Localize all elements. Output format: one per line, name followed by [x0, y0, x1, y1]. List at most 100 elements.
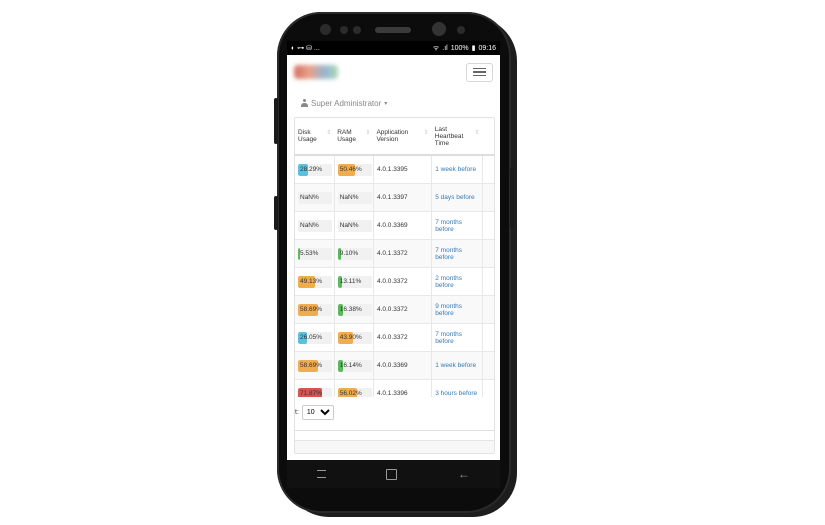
table-scroll-area[interactable]: Disk Usage ⇕ RAM Usage ⇕ Application Ver… [295, 118, 494, 397]
ram-usage-value: 16.38% [339, 305, 362, 313]
last-heartbeat-link[interactable]: 1 week before [431, 351, 484, 380]
last-heartbeat-link[interactable]: 7 months before [431, 239, 484, 268]
disk-usage-value: 5.53% [300, 249, 319, 257]
column-header-ram-usage[interactable]: RAM Usage ⇕ [334, 118, 374, 156]
ram-usage-value: 43.90% [339, 333, 362, 341]
last-heartbeat-link[interactable]: 3 hours before [431, 379, 484, 397]
disk-usage-progress-bar: 58.69% [298, 359, 332, 372]
light-sensor-icon [353, 26, 361, 34]
table-row[interactable]: 58.69% 16.14% 4.0.0.3369 1 week before [295, 351, 494, 380]
overflow-cell [482, 351, 494, 380]
last-heartbeat-link[interactable]: 9 months before [431, 295, 484, 324]
ram-usage-cell: 16.38% [334, 295, 374, 324]
ram-usage-progress-bar: 16.14% [337, 359, 372, 372]
proximity-sensor-icon [340, 26, 348, 34]
last-heartbeat-link[interactable]: 7 months before [431, 211, 484, 240]
back-icon[interactable]: ← [458, 467, 470, 481]
hamburger-menu-button[interactable] [466, 62, 493, 82]
disk-usage-value: 49.13% [300, 277, 323, 285]
app-version-cell: 4.0.1.3396 [373, 379, 433, 397]
overflow-cell [482, 211, 494, 240]
ram-usage-cell: NaN% [334, 183, 374, 212]
overflow-cell [482, 379, 494, 397]
overflow-cell [482, 267, 494, 296]
disk-usage-value: NaN% [300, 193, 319, 201]
devices-panel: Disk Usage ⇕ RAM Usage ⇕ Application Ver… [294, 117, 495, 454]
recent-apps-icon[interactable] [317, 470, 327, 478]
disk-usage-cell: 58.69% [295, 351, 335, 380]
ram-usage-value: 9.10% [339, 249, 359, 257]
wifi-icon: ᯤ [432, 44, 440, 52]
app-version-cell: 4.0.1.3395 [373, 155, 433, 184]
volume-button [274, 98, 278, 144]
disk-usage-progress-bar: NaN% [298, 219, 332, 232]
battery-percent: 100% [450, 44, 469, 52]
heartbeat-text: 7 months [435, 246, 462, 254]
column-header-disk-usage[interactable]: Disk Usage ⇕ [295, 118, 335, 156]
heartbeat-text: 7 months [435, 330, 462, 338]
user-icon [301, 99, 308, 107]
table-row[interactable]: 71.87% 56.02% 4.0.1.3396 3 hours before [295, 379, 494, 397]
page-size-control: t: 10 [295, 405, 334, 420]
disk-usage-cell: 58.69% [295, 295, 335, 324]
heartbeat-text: before [435, 253, 454, 261]
ram-usage-value: NaN% [339, 193, 359, 201]
heartbeat-text: 1 week before [435, 166, 477, 173]
ram-usage-progress-bar: NaN% [337, 191, 372, 204]
hamburger-icon-line [473, 71, 486, 73]
notification-icons: ◐ ⊶ ⛁ ... [291, 45, 320, 52]
table-header-row: Disk Usage ⇕ RAM Usage ⇕ Application Ver… [295, 118, 494, 156]
disk-usage-progress-bar: 5.53% [298, 247, 332, 260]
sort-icon: ⇕ [326, 130, 332, 136]
app-version-cell: 4.0.0.3372 [373, 267, 433, 296]
power-button [510, 168, 514, 228]
ram-usage-progress-bar: 13.11% [337, 275, 372, 288]
ram-usage-progress-bar: 50.46% [337, 163, 372, 176]
sort-icon: ⇕ [423, 130, 429, 136]
app-version-cell: 4.0.0.3369 [373, 211, 433, 240]
iris-camera-icon [457, 26, 465, 34]
table-row[interactable]: 5.53% 9.10% 4.0.1.3372 7 months before [295, 239, 494, 268]
app-version-cell: 4.0.1.3397 [373, 183, 433, 212]
last-heartbeat-link[interactable]: 5 days before [431, 183, 484, 212]
page-size-label: t: [295, 409, 299, 416]
disk-usage-value: NaN% [300, 221, 319, 229]
disk-usage-value: 26.05% [300, 333, 323, 341]
ram-usage-cell: NaN% [334, 211, 374, 240]
ram-usage-cell: 50.46% [334, 155, 374, 184]
table-row[interactable]: 26.05% 43.90% 4.0.0.3372 7 months before [295, 323, 494, 352]
user-dropdown[interactable]: Super Administrator ▾ [287, 93, 500, 113]
table-row[interactable]: 49.13% 13.11% 4.0.0.3372 2 months before [295, 267, 494, 296]
ram-usage-cell: 16.14% [334, 351, 374, 380]
ram-usage-progress-bar: 16.38% [337, 303, 372, 316]
devices-table: Disk Usage ⇕ RAM Usage ⇕ Application Ver… [295, 118, 494, 397]
table-row[interactable]: 58.69% 16.38% 4.0.0.3372 9 months before [295, 295, 494, 324]
user-name: Super Administrator [311, 98, 382, 108]
earpiece-speaker [375, 27, 411, 33]
column-header-overflow [482, 118, 494, 156]
ram-usage-value: NaN% [339, 221, 359, 229]
header-label: Last [434, 125, 448, 133]
last-heartbeat-link[interactable]: 1 week before [431, 155, 484, 184]
panel-divider [295, 430, 494, 431]
overflow-cell [482, 323, 494, 352]
app-header [287, 55, 500, 89]
table-row[interactable]: NaN% NaN% 4.0.0.3369 7 months before [295, 211, 494, 240]
last-heartbeat-link[interactable]: 7 months before [431, 323, 484, 352]
table-row[interactable]: NaN% NaN% 4.0.1.3397 5 days before [295, 183, 494, 212]
column-header-last-heartbeat[interactable]: Last Heartbeat Time ⇕ [431, 118, 483, 156]
heartbeat-text: before [435, 309, 454, 317]
header-label: Heartbeat [434, 132, 464, 140]
ram-usage-progress-bar: NaN% [337, 219, 372, 232]
column-header-app-version[interactable]: Application Version ⇕ [373, 118, 432, 156]
ram-usage-value: 50.46% [339, 165, 362, 173]
ram-usage-progress-bar: 56.02% [337, 387, 372, 397]
page-size-select[interactable]: 10 [301, 405, 334, 420]
last-heartbeat-link[interactable]: 2 months before [431, 267, 484, 296]
home-icon[interactable] [386, 468, 398, 480]
brand-logo[interactable] [294, 65, 338, 79]
table-row[interactable]: 28.29% 50.46% 4.0.1.3395 1 week before [295, 155, 494, 184]
disk-usage-progress-bar: 58.69% [298, 303, 332, 316]
status-bar: ◐ ⊶ ⛁ ... ᯤ .ıl 100% ▮ 09:16 [287, 41, 500, 55]
disk-usage-progress-bar: 28.29% [298, 163, 332, 176]
